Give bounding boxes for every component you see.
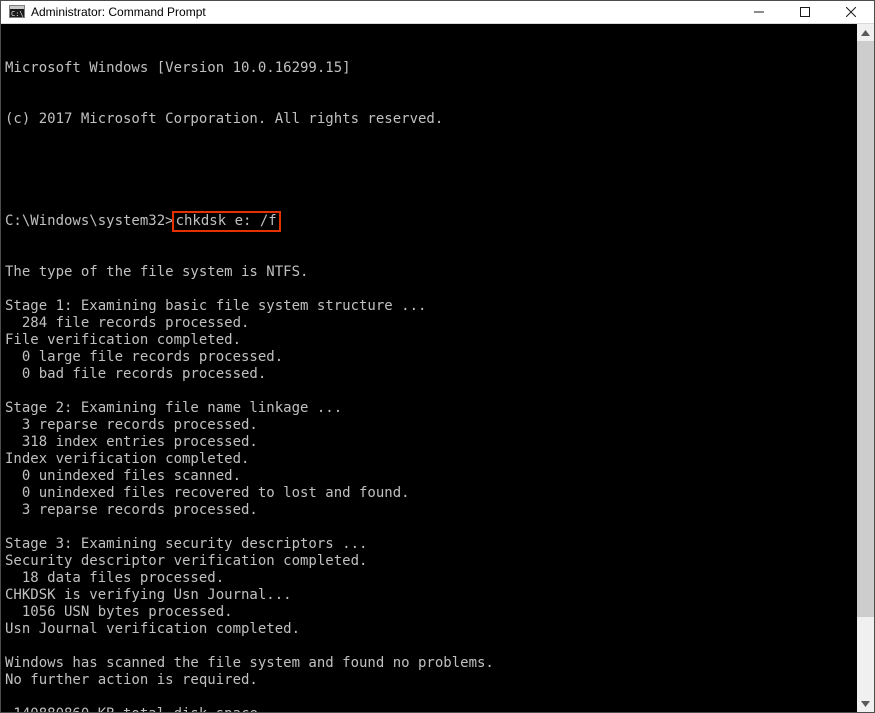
client-area: Microsoft Windows [Version 10.0.16299.15… [1, 24, 874, 712]
output-line: The type of the file system is NTFS. [5, 264, 853, 281]
output-line: Security descriptor verification complet… [5, 553, 853, 570]
titlebar[interactable]: C:\ Administrator: Command Prompt [1, 1, 874, 24]
console-output[interactable]: Microsoft Windows [Version 10.0.16299.15… [1, 24, 857, 712]
output-line: 0 large file records processed. [5, 349, 853, 366]
vertical-scrollbar[interactable] [857, 24, 874, 712]
output-lines-container: The type of the file system is NTFS. Sta… [5, 264, 853, 712]
output-line: No further action is required. [5, 672, 853, 689]
output-line [5, 383, 853, 400]
blank-line [5, 162, 853, 179]
command-highlight: chkdsk e: /f [172, 211, 281, 232]
output-line: Stage 3: Examining security descriptors … [5, 536, 853, 553]
output-line: 18 data files processed. [5, 570, 853, 587]
prompt-line: C:\Windows\system32>chkdsk e: /f [5, 213, 853, 230]
output-line [5, 519, 853, 536]
svg-text:C:\: C:\ [11, 10, 24, 18]
output-line: File verification completed. [5, 332, 853, 349]
output-line: Usn Journal verification completed. [5, 621, 853, 638]
output-line: Stage 2: Examining file name linkage ... [5, 400, 853, 417]
output-line [5, 638, 853, 655]
output-line: 1056 USN bytes processed. [5, 604, 853, 621]
command-text: chkdsk e: /f [176, 213, 277, 229]
maximize-button[interactable] [782, 1, 828, 23]
output-line: 0 bad file records processed. [5, 366, 853, 383]
minimize-button[interactable] [736, 1, 782, 23]
banner-line: Microsoft Windows [Version 10.0.16299.15… [5, 60, 853, 77]
banner-line: (c) 2017 Microsoft Corporation. All righ… [5, 111, 853, 128]
window-title: Administrator: Command Prompt [31, 5, 206, 19]
output-line: 3 reparse records processed. [5, 502, 853, 519]
close-button[interactable] [828, 1, 874, 23]
scroll-up-button[interactable] [857, 24, 874, 41]
cmd-app-icon: C:\ [9, 4, 25, 20]
output-line: Stage 1: Examining basic file system str… [5, 298, 853, 315]
scroll-thumb[interactable] [857, 41, 874, 617]
output-line: 318 index entries processed. [5, 434, 853, 451]
output-line: CHKDSK is verifying Usn Journal... [5, 587, 853, 604]
output-line [5, 281, 853, 298]
window-controls [736, 1, 874, 23]
output-line: 0 unindexed files recovered to lost and … [5, 485, 853, 502]
output-line: 0 unindexed files scanned. [5, 468, 853, 485]
output-line [5, 689, 853, 706]
output-line: 140880860 KB total disk space. [5, 706, 853, 712]
scroll-track[interactable] [857, 41, 874, 695]
scroll-down-button[interactable] [857, 695, 874, 712]
output-line: 3 reparse records processed. [5, 417, 853, 434]
app-window: C:\ Administrator: Command Prompt Micros… [0, 0, 875, 713]
output-line: 284 file records processed. [5, 315, 853, 332]
output-line: Windows has scanned the file system and … [5, 655, 853, 672]
prompt-prefix: C:\Windows\system32> [5, 213, 174, 229]
output-line: Index verification completed. [5, 451, 853, 468]
